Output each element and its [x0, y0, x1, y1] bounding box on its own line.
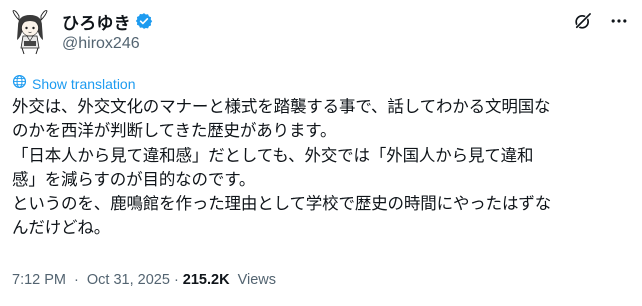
- globe-icon: [12, 74, 27, 94]
- author-block: ひろゆき @hirox246: [62, 10, 153, 53]
- more-options-icon[interactable]: [608, 10, 630, 32]
- meta-separator: ·: [173, 272, 179, 288]
- tweet-text-line: 外交は、外交文化のマナーと様式を踏襲する事で、話してわかる文明国な: [12, 97, 551, 116]
- grok-icon[interactable]: [572, 10, 594, 32]
- tweet-text-line: のかを西洋が判断してきた歴史があります。: [12, 121, 337, 141]
- handle[interactable]: @hirox246: [62, 35, 153, 53]
- avatar[interactable]: [10, 8, 50, 56]
- display-name[interactable]: ひろゆき: [62, 9, 131, 34]
- show-translation-link[interactable]: Show translation: [12, 74, 136, 94]
- tweet-time: 7:12 PM: [12, 272, 66, 288]
- tweet-text-line: というのを、鹿鳴館を作った理由として学校で歴史の時間にやったはずな: [12, 194, 552, 214]
- tweet-text-line: 感」を減らすのが目的なのです。: [12, 169, 256, 189]
- show-translation-label: Show translation: [32, 76, 136, 92]
- views-label: Views: [237, 272, 276, 288]
- tweet-text: 外交は、外交文化のマナーと様式を踏襲する事で、話してわかる文明国な のかを西洋が…: [12, 95, 634, 241]
- views-link[interactable]: 215.2K Views: [183, 272, 276, 288]
- avatar-illustration: [12, 10, 48, 55]
- timestamp-link[interactable]: 7:12 PM · Oct 31, 2025: [12, 272, 170, 288]
- name-row: ひろゆき: [62, 9, 153, 34]
- tweet-date: Oct 31, 2025: [86, 272, 170, 288]
- meta-separator: ·: [74, 272, 79, 288]
- tweet-text-line: 「日本人から見て違和感」だとしても、外交では「外国人から見て違和: [12, 145, 534, 165]
- views-count: 215.2K: [182, 272, 230, 288]
- verified-badge-icon[interactable]: [135, 12, 153, 30]
- tweet-card: ひろゆき @hirox246 Show translation 外交は、外交文化…: [0, 0, 642, 306]
- tweet-text-line: んだけどね。: [12, 218, 111, 238]
- top-actions: [572, 10, 630, 32]
- tweet-meta: 7:12 PM · Oct 31, 2025 · 215.2K Views: [12, 272, 276, 288]
